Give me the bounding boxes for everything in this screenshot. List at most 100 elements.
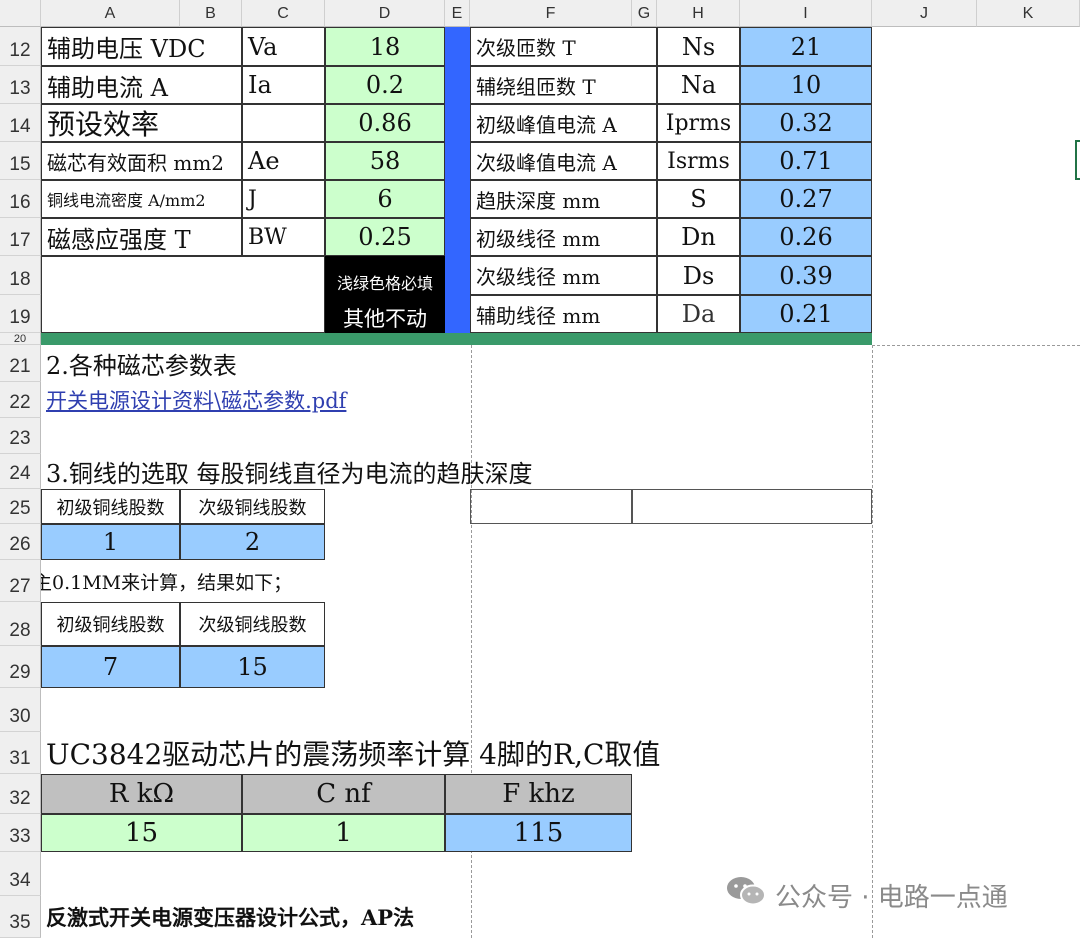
row-header-18[interactable]: 18 (0, 256, 41, 295)
row-header-20[interactable]: 20 (0, 333, 41, 345)
active-cell-edge[interactable] (1075, 140, 1080, 180)
label-primary-peak-current[interactable]: 初级峰值电流 A (470, 104, 657, 142)
sym-skin-depth[interactable]: S (657, 180, 740, 218)
table2-value-secondary[interactable]: 15 (180, 646, 325, 688)
col-header-f[interactable]: F (470, 0, 632, 27)
row-header-30[interactable]: 30 (0, 688, 41, 732)
label-aux-current[interactable]: 辅助电流 A (41, 66, 242, 104)
table1-value-primary[interactable]: 1 (41, 524, 180, 560)
row-header-29[interactable]: 29 (0, 646, 41, 688)
label-secondary-peak-current[interactable]: 次级峰值电流 A (470, 142, 657, 180)
col-header-e[interactable]: E (445, 0, 470, 27)
row-header-23[interactable]: 23 (0, 418, 41, 454)
input-efficiency[interactable]: 0.86 (325, 104, 445, 142)
row-header-28[interactable]: 28 (0, 602, 41, 646)
empty-cell-f25[interactable] (470, 489, 632, 524)
row-header-14[interactable]: 14 (0, 104, 41, 142)
col-header-j[interactable]: J (872, 0, 977, 27)
core-params-link[interactable]: 开关电源设计资料\磁芯参数.pdf (41, 382, 346, 418)
row-header-12[interactable]: 12 (0, 27, 41, 66)
result-secondary-turns[interactable]: 21 (740, 27, 872, 66)
row-header-17[interactable]: 17 (0, 218, 41, 256)
uc3842-input-c[interactable]: 1 (242, 814, 445, 852)
table2-value-primary[interactable]: 7 (41, 646, 180, 688)
uc3842-input-r[interactable]: 15 (41, 814, 242, 852)
col-header-g[interactable]: G (632, 0, 657, 27)
section3-title[interactable]: 3.铜线的选取 每股铜线直径为电流的趋肤深度 (41, 454, 533, 489)
section2-title[interactable]: 2.各种磁芯参数表 (41, 345, 237, 382)
label-skin-depth[interactable]: 趋肤深度 mm (470, 180, 657, 218)
empty-cell-g25[interactable] (632, 489, 872, 524)
row-header-26[interactable]: 26 (0, 524, 41, 560)
label-flux-density[interactable]: 磁感应强度 T (41, 218, 242, 256)
col-header-i[interactable]: I (740, 0, 872, 27)
sym-primary-wire-dia[interactable]: Dn (657, 218, 740, 256)
uc3842-header-r[interactable]: R kΩ (41, 774, 242, 814)
col-header-h[interactable]: H (657, 0, 740, 27)
label-current-density[interactable]: 铜线电流密度 A/mm2 (41, 180, 242, 218)
result-aux-wire-dia[interactable]: 0.21 (740, 295, 872, 333)
sym-aux-voltage[interactable]: Va (242, 27, 325, 66)
row-header-35[interactable]: 35 (0, 896, 41, 938)
result-aux-turns[interactable]: 10 (740, 66, 872, 104)
label-secondary-wire-dia[interactable]: 次级线径 mm (470, 256, 657, 295)
uc3842-header-f[interactable]: F khz (445, 774, 632, 814)
label-aux-turns[interactable]: 辅绕组匝数 T (470, 66, 657, 104)
row-header-24[interactable]: 24 (0, 454, 41, 489)
row-header-34[interactable]: 34 (0, 852, 41, 896)
row-header-15[interactable]: 15 (0, 142, 41, 180)
label-efficiency[interactable]: 预设效率 (41, 104, 242, 142)
uc3842-title[interactable]: UC3842驱动芯片的震荡频率计算 4脚的R,C取值 (41, 732, 660, 774)
sym-efficiency[interactable] (242, 104, 325, 142)
input-flux-density[interactable]: 0.25 (325, 218, 445, 256)
sym-primary-peak-current[interactable]: Iprms (657, 104, 740, 142)
strand-calc-note[interactable]: 主0.1MM来计算，结果如下； (33, 560, 292, 602)
result-secondary-peak-current[interactable]: 0.71 (740, 142, 872, 180)
table1-header-secondary[interactable]: 次级铜线股数 (180, 489, 325, 524)
row-header-16[interactable]: 16 (0, 180, 41, 218)
sym-aux-wire-dia[interactable]: Da (657, 295, 740, 333)
row-header-21[interactable]: 21 (0, 345, 41, 382)
corner-select-all[interactable] (0, 0, 41, 27)
table1-value-secondary[interactable]: 2 (180, 524, 325, 560)
label-secondary-turns[interactable]: 次级匝数 T (470, 27, 657, 66)
sym-secondary-turns[interactable]: Ns (657, 27, 740, 66)
row-header-25[interactable]: 25 (0, 489, 41, 524)
sym-secondary-peak-current[interactable]: Isrms (657, 142, 740, 180)
result-skin-depth[interactable]: 0.27 (740, 180, 872, 218)
label-aux-voltage[interactable]: 辅助电压 VDC (41, 27, 242, 66)
sym-core-area[interactable]: Ae (242, 142, 325, 180)
col-header-b[interactable]: B (180, 0, 242, 27)
label-primary-wire-dia[interactable]: 初级线径 mm (470, 218, 657, 256)
table2-header-primary[interactable]: 初级铜线股数 (41, 602, 180, 646)
empty-merged-cell[interactable] (41, 256, 325, 333)
result-primary-wire-dia[interactable]: 0.26 (740, 218, 872, 256)
row-header-22[interactable]: 22 (0, 382, 41, 418)
col-header-c[interactable]: C (242, 0, 325, 27)
input-current-density[interactable]: 6 (325, 180, 445, 218)
uc3842-header-c[interactable]: C nf (242, 774, 445, 814)
col-header-a[interactable]: A (41, 0, 180, 27)
row-header-13[interactable]: 13 (0, 66, 41, 104)
col-header-d[interactable]: D (325, 0, 445, 27)
table1-header-primary[interactable]: 初级铜线股数 (41, 489, 180, 524)
sym-secondary-wire-dia[interactable]: Ds (657, 256, 740, 295)
result-secondary-wire-dia[interactable]: 0.39 (740, 256, 872, 295)
label-aux-wire-dia[interactable]: 辅助线径 mm (470, 295, 657, 333)
row-header-19[interactable]: 19 (0, 295, 41, 333)
label-core-area[interactable]: 磁芯有效面积 mm2 (41, 142, 242, 180)
row-header-32[interactable]: 32 (0, 774, 41, 814)
row-header-33[interactable]: 33 (0, 814, 41, 852)
sym-current-density[interactable]: J (242, 180, 325, 218)
footer-title[interactable]: 反激式开关电源变压器设计公式，AP法 (41, 896, 414, 938)
input-aux-voltage[interactable]: 18 (325, 27, 445, 66)
input-core-area[interactable]: 58 (325, 142, 445, 180)
table2-header-secondary[interactable]: 次级铜线股数 (180, 602, 325, 646)
sym-aux-turns[interactable]: Na (657, 66, 740, 104)
row-header-31[interactable]: 31 (0, 732, 41, 774)
result-primary-peak-current[interactable]: 0.32 (740, 104, 872, 142)
sym-flux-density[interactable]: BW (242, 218, 325, 256)
uc3842-result-f[interactable]: 115 (445, 814, 632, 852)
sym-aux-current[interactable]: Ia (242, 66, 325, 104)
input-aux-current[interactable]: 0.2 (325, 66, 445, 104)
